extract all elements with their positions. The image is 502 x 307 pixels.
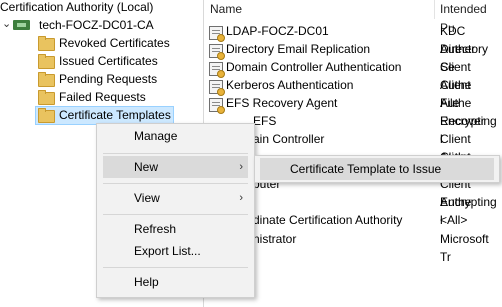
menu-item-manage[interactable]: Manage (97, 125, 254, 147)
ca-server-icon (13, 20, 30, 30)
template-name: dinate Certification Authority (253, 213, 403, 227)
tree-item-revoked-certificates[interactable]: Revoked Certificates (37, 34, 197, 52)
menu-separator (103, 267, 248, 268)
template-name: EFS (253, 114, 277, 128)
menu-item-label: Help (134, 275, 159, 289)
template-purpose: Microsoft Tr (440, 232, 489, 264)
template-purpose: <All> (440, 213, 468, 227)
certificate-template-icon (209, 62, 225, 78)
folder-icon (38, 108, 55, 123)
folder-icon (38, 72, 55, 87)
template-purpose: Client Authe (440, 132, 471, 164)
certificate-template-icon (209, 98, 225, 114)
template-purpose: Directory Se (440, 42, 489, 74)
menu-separator (103, 214, 248, 215)
tree-ca-node[interactable]: ⌄ tech-FOCZ-DC01-CA (0, 16, 200, 34)
template-name: ain Controller (253, 132, 325, 146)
column-separator[interactable] (434, 0, 435, 19)
column-header-name[interactable]: Name (210, 0, 242, 19)
tree-item-label: Certificate Templates (59, 108, 171, 122)
tree-item-pending-requests[interactable]: Pending Requests (37, 70, 197, 88)
column-header-intended-purpose[interactable]: Intended Pu (440, 0, 502, 35)
menu-item-help[interactable]: Help (97, 271, 254, 293)
template-name: Kerberos Authentication (226, 78, 354, 92)
menu-item-label: Refresh (134, 222, 177, 236)
template-purpose: Client Authe (440, 60, 472, 92)
new-submenu: Certificate Template to Issue (254, 155, 500, 183)
folder-icon (38, 54, 55, 69)
template-name: Directory Email Replication (226, 42, 371, 56)
certificate-template-icon (209, 80, 225, 96)
menu-item-export-list[interactable]: Export List... (97, 240, 254, 262)
tree-ca-label: tech-FOCZ-DC01-CA (39, 18, 154, 32)
folder-icon (38, 36, 55, 51)
tree-item-label: Failed Requests (59, 90, 146, 104)
chevron-right-icon: › (239, 192, 243, 204)
expand-chevron-icon[interactable]: ⌄ (2, 15, 11, 33)
tree-item-label: Issued Certificates (59, 54, 158, 68)
template-purpose: Encrypting l (440, 114, 497, 146)
template-purpose: KDC Auther (440, 24, 476, 56)
chevron-right-icon: › (239, 161, 243, 173)
submenu-item-label[interactable]: Certificate Template to Issue (290, 158, 441, 180)
menu-item-new[interactable]: New › (103, 156, 248, 178)
template-purpose: Encrypting l (440, 195, 497, 227)
template-name: LDAP-FOCZ-DC01 (226, 24, 329, 38)
tree-item-issued-certificates[interactable]: Issued Certificates (37, 52, 197, 70)
menu-separator (103, 153, 248, 154)
tree-item-label: Revoked Certificates (59, 36, 170, 50)
template-name: Domain Controller Authentication (226, 60, 402, 74)
tree-root-label: Certification Authority (Local) (0, 0, 154, 14)
menu-item-label: Manage (134, 129, 178, 143)
menu-item-refresh[interactable]: Refresh (97, 218, 254, 240)
template-name: nistrator (253, 232, 297, 246)
menu-item-label: Export List... (134, 244, 201, 258)
menu-item-label: View (134, 191, 160, 205)
menu-separator (103, 183, 248, 184)
certificate-template-icon (209, 26, 225, 42)
menu-item-view[interactable]: View › (97, 187, 254, 209)
template-purpose: File Recover (440, 96, 485, 128)
template-purpose: Client Authe (440, 78, 472, 110)
tree-item-certificate-templates[interactable]: Certificate Templates (37, 106, 172, 124)
menu-item-label: New (134, 160, 159, 174)
context-menu: Manage New › View › Refresh Export List.… (96, 123, 255, 298)
template-name: EFS Recovery Agent (226, 96, 338, 110)
folder-icon (38, 90, 55, 105)
certificate-template-icon (209, 44, 225, 60)
tree-item-label: Pending Requests (59, 72, 158, 86)
tree-item-failed-requests[interactable]: Failed Requests (37, 88, 197, 106)
